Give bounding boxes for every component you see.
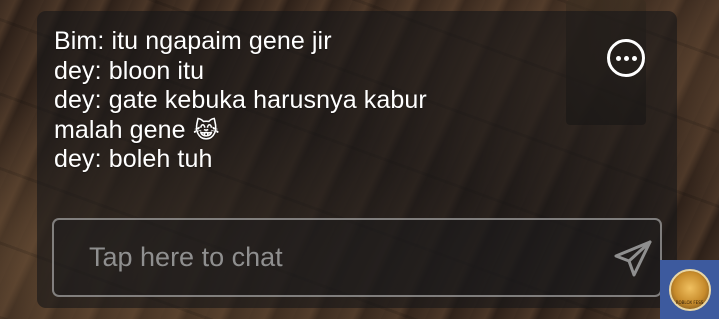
laughing-cat-emoji: 😹 — [192, 116, 220, 143]
chat-message: dey: gate kebuka harusnya kabur — [54, 86, 574, 116]
chat-message-text: dey: gate kebuka harusnya kabur — [54, 86, 427, 114]
more-options-button[interactable] — [607, 39, 645, 77]
chat-message-text: Bim: itu ngapaim gene jir — [54, 27, 332, 55]
send-icon[interactable] — [612, 238, 654, 280]
chat-input-placeholder: Tap here to chat — [89, 242, 283, 272]
more-options-icon — [615, 55, 621, 61]
chat-message-text: dey: bloon itu — [54, 56, 205, 85]
watermark-seal-icon: ROBLOX FESS — [668, 268, 711, 311]
chat-input-field[interactable]: Tap here to chat — [52, 218, 662, 297]
watermark-text: ROBLOX FESS — [675, 299, 704, 305]
more-options-icon — [631, 55, 637, 61]
chat-message-list: Bim: itu ngapaim gene jir dey: bloon itu… — [54, 27, 574, 175]
chat-message: Bim: itu ngapaim gene jir — [54, 27, 574, 57]
chat-message-text: malah gene — [54, 115, 186, 144]
chat-message: dey: bloon itu — [54, 57, 574, 87]
chat-message: dey: boleh tuh — [54, 145, 574, 175]
watermark-logo: ROBLOX FESS — [660, 260, 719, 319]
chat-message-text: dey: boleh tuh — [54, 145, 213, 173]
chat-message: malah gene 😹 — [54, 116, 574, 146]
more-options-icon — [623, 55, 629, 61]
